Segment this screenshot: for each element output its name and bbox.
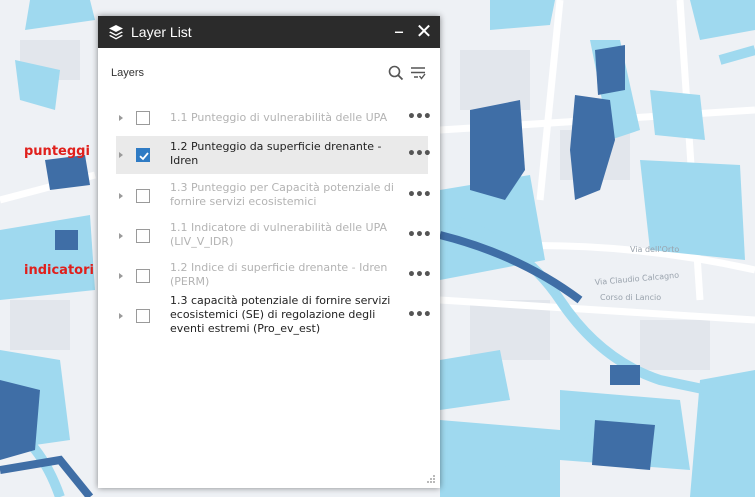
layer-label-2: 1.2 Punteggio da superficie drenante - I… <box>170 140 382 167</box>
layer-row-6[interactable]: 1.3 capacità potenziale di fornire servi… <box>116 290 432 344</box>
expand-chevron-icon[interactable] <box>119 273 123 279</box>
more-options-button-5[interactable]: ••• <box>407 267 432 283</box>
layer-label-4: 1.1 Indicatore di vulnerabilità delle UP… <box>170 221 388 248</box>
expand-chevron-icon[interactable] <box>119 115 123 121</box>
search-icon[interactable] <box>388 65 404 81</box>
svg-text:Via dell'Orto: Via dell'Orto <box>630 245 679 254</box>
filter-options-icon[interactable] <box>409 64 427 82</box>
svg-text:Corso di Lancio: Corso di Lancio <box>600 293 661 302</box>
layer-checkbox-6[interactable] <box>136 309 150 323</box>
minimize-button[interactable]: – <box>389 20 409 42</box>
layer-label-5: 1.2 Indice di superficie drenante - Idre… <box>170 261 388 288</box>
more-options-button-2[interactable]: ••• <box>407 146 432 162</box>
panel-header[interactable]: Layer List – ✕ <box>98 16 440 48</box>
more-options-button-3[interactable]: ••• <box>407 187 432 203</box>
annotation-indicatori: indicatori <box>24 263 94 278</box>
checkmark-icon <box>139 152 149 161</box>
layers-heading: Layers <box>111 67 145 79</box>
annotation-punteggi: punteggi <box>24 144 90 159</box>
expand-chevron-icon[interactable] <box>119 313 123 319</box>
layer-row-5[interactable]: 1.2 Indice di superficie drenante - Idre… <box>116 258 432 294</box>
close-button[interactable]: ✕ <box>414 20 434 42</box>
expand-chevron-icon[interactable] <box>119 152 123 158</box>
layer-row-1[interactable]: 1.1 Punteggio di vulnerabilità delle UPA… <box>116 104 432 132</box>
expand-chevron-icon[interactable] <box>119 233 123 239</box>
more-options-button-4[interactable]: ••• <box>407 227 432 243</box>
layers-icon <box>109 25 123 40</box>
layer-checkbox-5[interactable] <box>136 269 150 283</box>
more-options-button-6[interactable]: ••• <box>407 307 432 323</box>
more-options-button-1[interactable]: ••• <box>407 109 432 125</box>
layer-label-3: 1.3 Punteggio per Capacità potenziale di… <box>170 181 394 208</box>
layer-row-4[interactable]: 1.1 Indicatore di vulnerabilità delle UP… <box>116 218 432 254</box>
layer-row-2[interactable]: 1.2 Punteggio da superficie drenante - I… <box>116 136 432 174</box>
layer-label-6: 1.3 capacità potenziale di fornire servi… <box>170 294 391 335</box>
layer-row-3[interactable]: 1.3 Punteggio per Capacità potenziale di… <box>116 178 432 214</box>
layer-checkbox-4[interactable] <box>136 229 150 243</box>
resize-grip-icon[interactable] <box>426 474 436 484</box>
layer-checkbox-3[interactable] <box>136 189 150 203</box>
panel-title: Layer List <box>131 24 192 40</box>
expand-chevron-icon[interactable] <box>119 193 123 199</box>
layer-checkbox-1[interactable] <box>136 111 150 125</box>
layer-list-panel: Layer List – ✕ Layers 1.1 Punteggio di v… <box>98 16 440 488</box>
layer-label-1: 1.1 Punteggio di vulnerabilità delle UPA <box>170 111 388 124</box>
layer-checkbox-2[interactable] <box>136 148 150 162</box>
